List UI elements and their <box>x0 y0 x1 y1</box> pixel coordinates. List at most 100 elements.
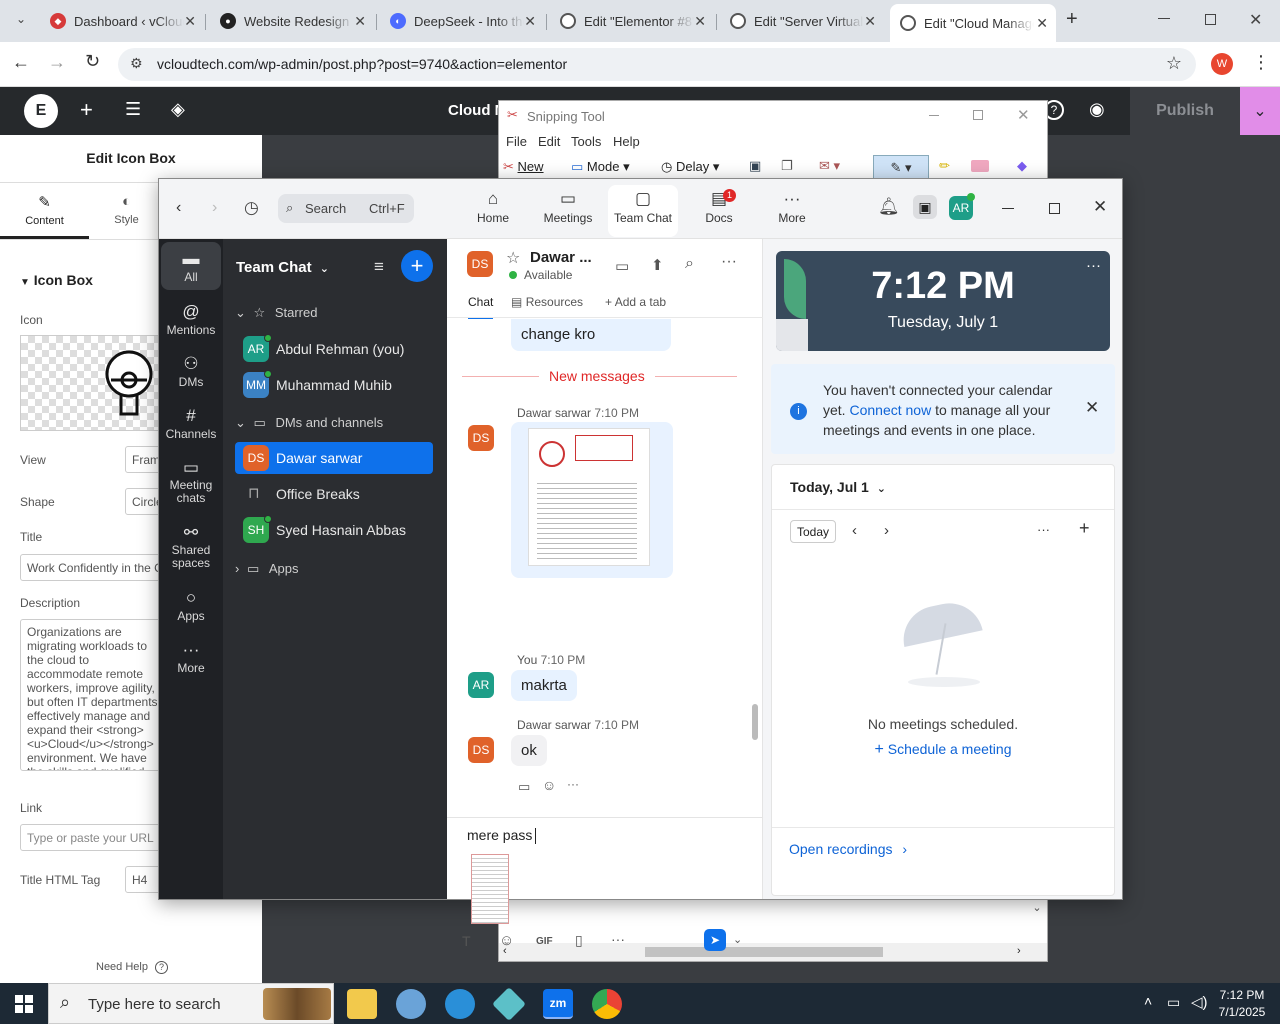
network-icon[interactable]: ▭ <box>1167 994 1180 1011</box>
tab-add[interactable]: + Add a tab <box>605 295 666 309</box>
nav-meetings[interactable]: ▭ Meetings <box>533 187 603 225</box>
browser-menu-icon[interactable]: ⋮ <box>1252 52 1270 73</box>
filter-icon[interactable]: ≡ <box>374 257 384 277</box>
chat-scrollbar-thumb[interactable] <box>752 704 758 740</box>
structure-layers-icon[interactable]: ◈ <box>171 99 185 120</box>
rail-all[interactable]: ▬ All <box>161 242 221 290</box>
menu-file[interactable]: File <box>506 134 527 149</box>
site-settings-icon[interactable]: ⚙ <box>130 55 143 72</box>
tab-deepseek[interactable]: ◐ DeepSeek - Into the Unknown ✕ <box>380 6 544 36</box>
text-format-icon[interactable]: T <box>462 933 471 949</box>
send-button[interactable]: ➤ <box>704 929 726 951</box>
minimize-icon[interactable] <box>1002 208 1014 209</box>
new-chat-button[interactable]: + <box>401 250 433 282</box>
file-icon[interactable]: ▯ <box>575 932 583 949</box>
message-bubble[interactable]: ok <box>511 735 547 766</box>
gif-button[interactable]: GIF <box>536 936 553 947</box>
reload-icon[interactable]: ↻ <box>85 51 100 72</box>
today-header[interactable]: Today, Jul 1 ⌄ <box>790 479 886 495</box>
need-help-link[interactable]: Need Help ? <box>96 961 169 974</box>
reply-icon[interactable]: ▭ <box>518 779 530 795</box>
forward-arrow-icon[interactable]: → <box>48 52 66 73</box>
eraser-icon[interactable] <box>971 160 989 172</box>
zoom-taskbar-icon[interactable]: zm <box>543 989 573 1019</box>
more-dots-icon[interactable]: ··· <box>567 777 579 791</box>
rail-meeting-chats[interactable]: ▭ Meeting chats <box>161 457 221 505</box>
tab-chat[interactable]: Chat <box>468 295 494 319</box>
message-bubble[interactable]: change kro <box>511 319 671 351</box>
close-icon[interactable]: ✕ <box>354 13 366 30</box>
windows-start-icon[interactable] <box>15 995 33 1013</box>
highlighter-icon[interactable]: ✏ <box>939 158 950 174</box>
edge-browser-icon[interactable] <box>445 989 475 1019</box>
chrome-taskbar-icon[interactable] <box>592 989 622 1019</box>
open-recordings-link[interactable]: Open recordings › <box>789 841 907 857</box>
nav-docs[interactable]: ▤ Docs 1 <box>684 187 754 225</box>
avatar[interactable]: AR <box>468 672 494 698</box>
forward-chevron-icon[interactable]: › <box>212 199 217 217</box>
attached-thumbnail[interactable] <box>471 854 509 924</box>
compose-input[interactable]: mere pass <box>467 827 537 845</box>
history-clock-icon[interactable]: ◷ <box>244 198 259 218</box>
star-icon[interactable]: ☆ <box>506 248 520 268</box>
dms-channels-group[interactable]: ⌄ ▭ DMs and channels <box>235 415 383 431</box>
calendar-gift-icon[interactable]: ▣ <box>913 195 937 219</box>
plus-icon[interactable]: + <box>1079 518 1090 539</box>
list-item[interactable]: AR Abdul Rehman (you) <box>235 333 433 365</box>
close-icon[interactable]: ✕ <box>694 13 706 30</box>
close-icon[interactable]: ✕ <box>1085 398 1099 418</box>
contact-avatar[interactable]: DS <box>467 251 493 277</box>
list-item[interactable]: ⊓ Office Breaks <box>235 478 433 510</box>
new-snip-button[interactable]: ✂ New <box>503 159 544 175</box>
tab-style[interactable]: ◐ Style <box>89 183 164 239</box>
rail-channels[interactable]: # Channels <box>161 405 221 441</box>
image-attachment[interactable] <box>511 422 673 578</box>
rail-apps[interactable]: ○ Apps <box>161 587 221 623</box>
rail-shared-spaces[interactable]: ⚯ Shared spaces <box>161 522 221 570</box>
app-diamond-icon[interactable] <box>492 987 526 1021</box>
emoji-react-icon[interactable]: ☺ <box>542 777 556 793</box>
close-icon[interactable]: ✕ <box>1036 15 1048 32</box>
close-window-icon[interactable]: ✕ <box>1093 197 1107 217</box>
tab-dashboard[interactable]: ◆ Dashboard ‹ vCloudTech ✕ <box>40 6 204 36</box>
share-screen-icon[interactable]: ⬆ <box>651 256 664 274</box>
next-day-chevron-icon[interactable]: › <box>884 522 889 539</box>
snipping-tool-taskbar-icon[interactable] <box>396 989 426 1019</box>
apps-group[interactable]: › ▭ Apps <box>235 561 299 577</box>
tab-edit-server-virtualization[interactable]: Edit "Server Virtualization" ✕ <box>720 6 884 36</box>
nav-more[interactable]: ··· More <box>757 187 827 225</box>
close-icon[interactable]: ✕ <box>864 13 876 30</box>
address-bar[interactable]: ⚙ vcloudtech.com/wp-admin/post.php?post=… <box>118 48 1196 81</box>
contact-name[interactable]: Dawar ... <box>530 249 592 266</box>
more-dots-icon[interactable]: ··· <box>611 931 625 947</box>
avatar[interactable]: DS <box>468 425 494 451</box>
back-arrow-icon[interactable]: ← <box>12 52 30 73</box>
close-icon[interactable]: ✕ <box>184 13 196 30</box>
description-textarea[interactable]: Organizations are migrating workloads to… <box>20 619 165 771</box>
tab-search-icon[interactable]: ⌄ <box>12 12 30 30</box>
back-chevron-icon[interactable]: ‹ <box>176 199 181 217</box>
tab-website-redesign[interactable]: ● Website Redesign ✕ <box>210 6 374 36</box>
link-input[interactable]: Type or paste your URL <box>20 824 165 851</box>
rail-dms[interactable]: ⚇ DMs <box>161 353 221 389</box>
minimize-icon[interactable] <box>1158 18 1170 19</box>
more-dots-icon[interactable]: ··· <box>1037 522 1050 537</box>
taskbar-clock[interactable]: 7:12 PM 7/1/2025 <box>1212 987 1272 1021</box>
profile-avatar[interactable]: W <box>1211 53 1233 75</box>
list-item[interactable]: MM Muhammad Muhib <box>235 369 433 401</box>
copy-icon[interactable]: ❐ <box>781 158 793 174</box>
preview-eye-icon[interactable]: ◉ <box>1089 99 1105 120</box>
list-item[interactable]: SH Syed Hasnain Abbas <box>235 514 433 546</box>
close-window-icon[interactable]: ✕ <box>1017 106 1030 124</box>
tab-edit-cloud-management[interactable]: Edit "Cloud Management" ✕ <box>890 4 1056 42</box>
minimize-icon[interactable] <box>929 115 939 116</box>
emoji-icon[interactable]: ☺ <box>499 932 514 949</box>
maximize-icon[interactable] <box>973 110 983 120</box>
chevron-up-icon[interactable]: ˄ <box>1144 993 1152 1009</box>
volume-icon[interactable]: ◁) <box>1191 993 1208 1011</box>
site-settings-sliders-icon[interactable]: ☰ <box>125 99 141 120</box>
bookmark-star-icon[interactable]: ☆ <box>1166 53 1182 74</box>
chevron-down-icon[interactable]: ⌄ <box>733 933 742 946</box>
file-explorer-icon[interactable] <box>347 989 377 1019</box>
rail-more[interactable]: ··· More <box>161 639 221 675</box>
